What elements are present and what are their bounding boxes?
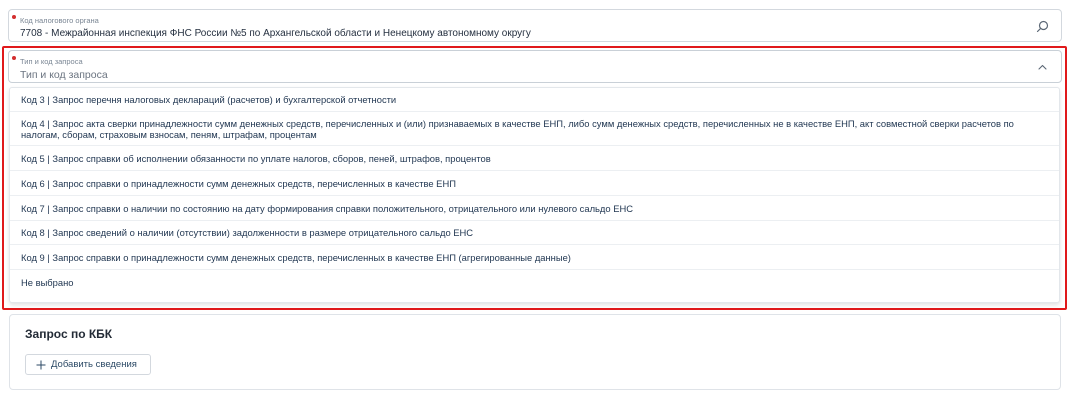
tax-authority-value[interactable]: 7708 - Межрайонная инспекция ФНС России … (20, 28, 531, 39)
chevron-up-icon[interactable] (1037, 63, 1048, 71)
dropdown-option[interactable]: Код 3 | Запрос перечня налоговых деклара… (10, 88, 1059, 112)
request-type-label: Тип и код запроса (20, 57, 83, 66)
add-info-label: Добавить сведения (51, 359, 137, 370)
request-type-placeholder[interactable]: Тип и код запроса (20, 69, 108, 81)
dropdown-option[interactable]: Код 9 | Запрос справки о принадлежности … (10, 245, 1059, 270)
kbk-title: Запрос по КБК (25, 327, 113, 341)
kbk-request-panel: Запрос по КБК Добавить сведения (9, 314, 1061, 390)
dropdown-option[interactable]: Код 6 | Запрос справки о принадлежности … (10, 171, 1059, 196)
dropdown-option[interactable]: Код 5 | Запрос справки об исполнении обя… (10, 146, 1059, 171)
dropdown-option[interactable]: Код 7 | Запрос справки о наличии по сост… (10, 196, 1059, 221)
required-marker (12, 56, 16, 60)
required-marker (12, 15, 16, 19)
tax-authority-label: Код налогового органа (20, 16, 99, 25)
search-icon[interactable] (1036, 20, 1049, 33)
add-info-button[interactable]: Добавить сведения (25, 354, 151, 375)
dropdown-option-none[interactable]: Не выбрано (10, 270, 1059, 294)
plus-icon (36, 360, 46, 369)
tax-authority-field[interactable]: Код налогового органа 7708 - Межрайонная… (8, 9, 1062, 42)
dropdown-option[interactable]: Код 4 | Запрос акта сверки принадлежност… (10, 112, 1059, 146)
request-type-dropdown: Код 3 | Запрос перечня налоговых деклара… (9, 87, 1060, 303)
dropdown-option[interactable]: Код 8 | Запрос сведений о наличии (отсут… (10, 221, 1059, 245)
request-type-field[interactable]: Тип и код запроса Тип и код запроса (8, 50, 1062, 83)
